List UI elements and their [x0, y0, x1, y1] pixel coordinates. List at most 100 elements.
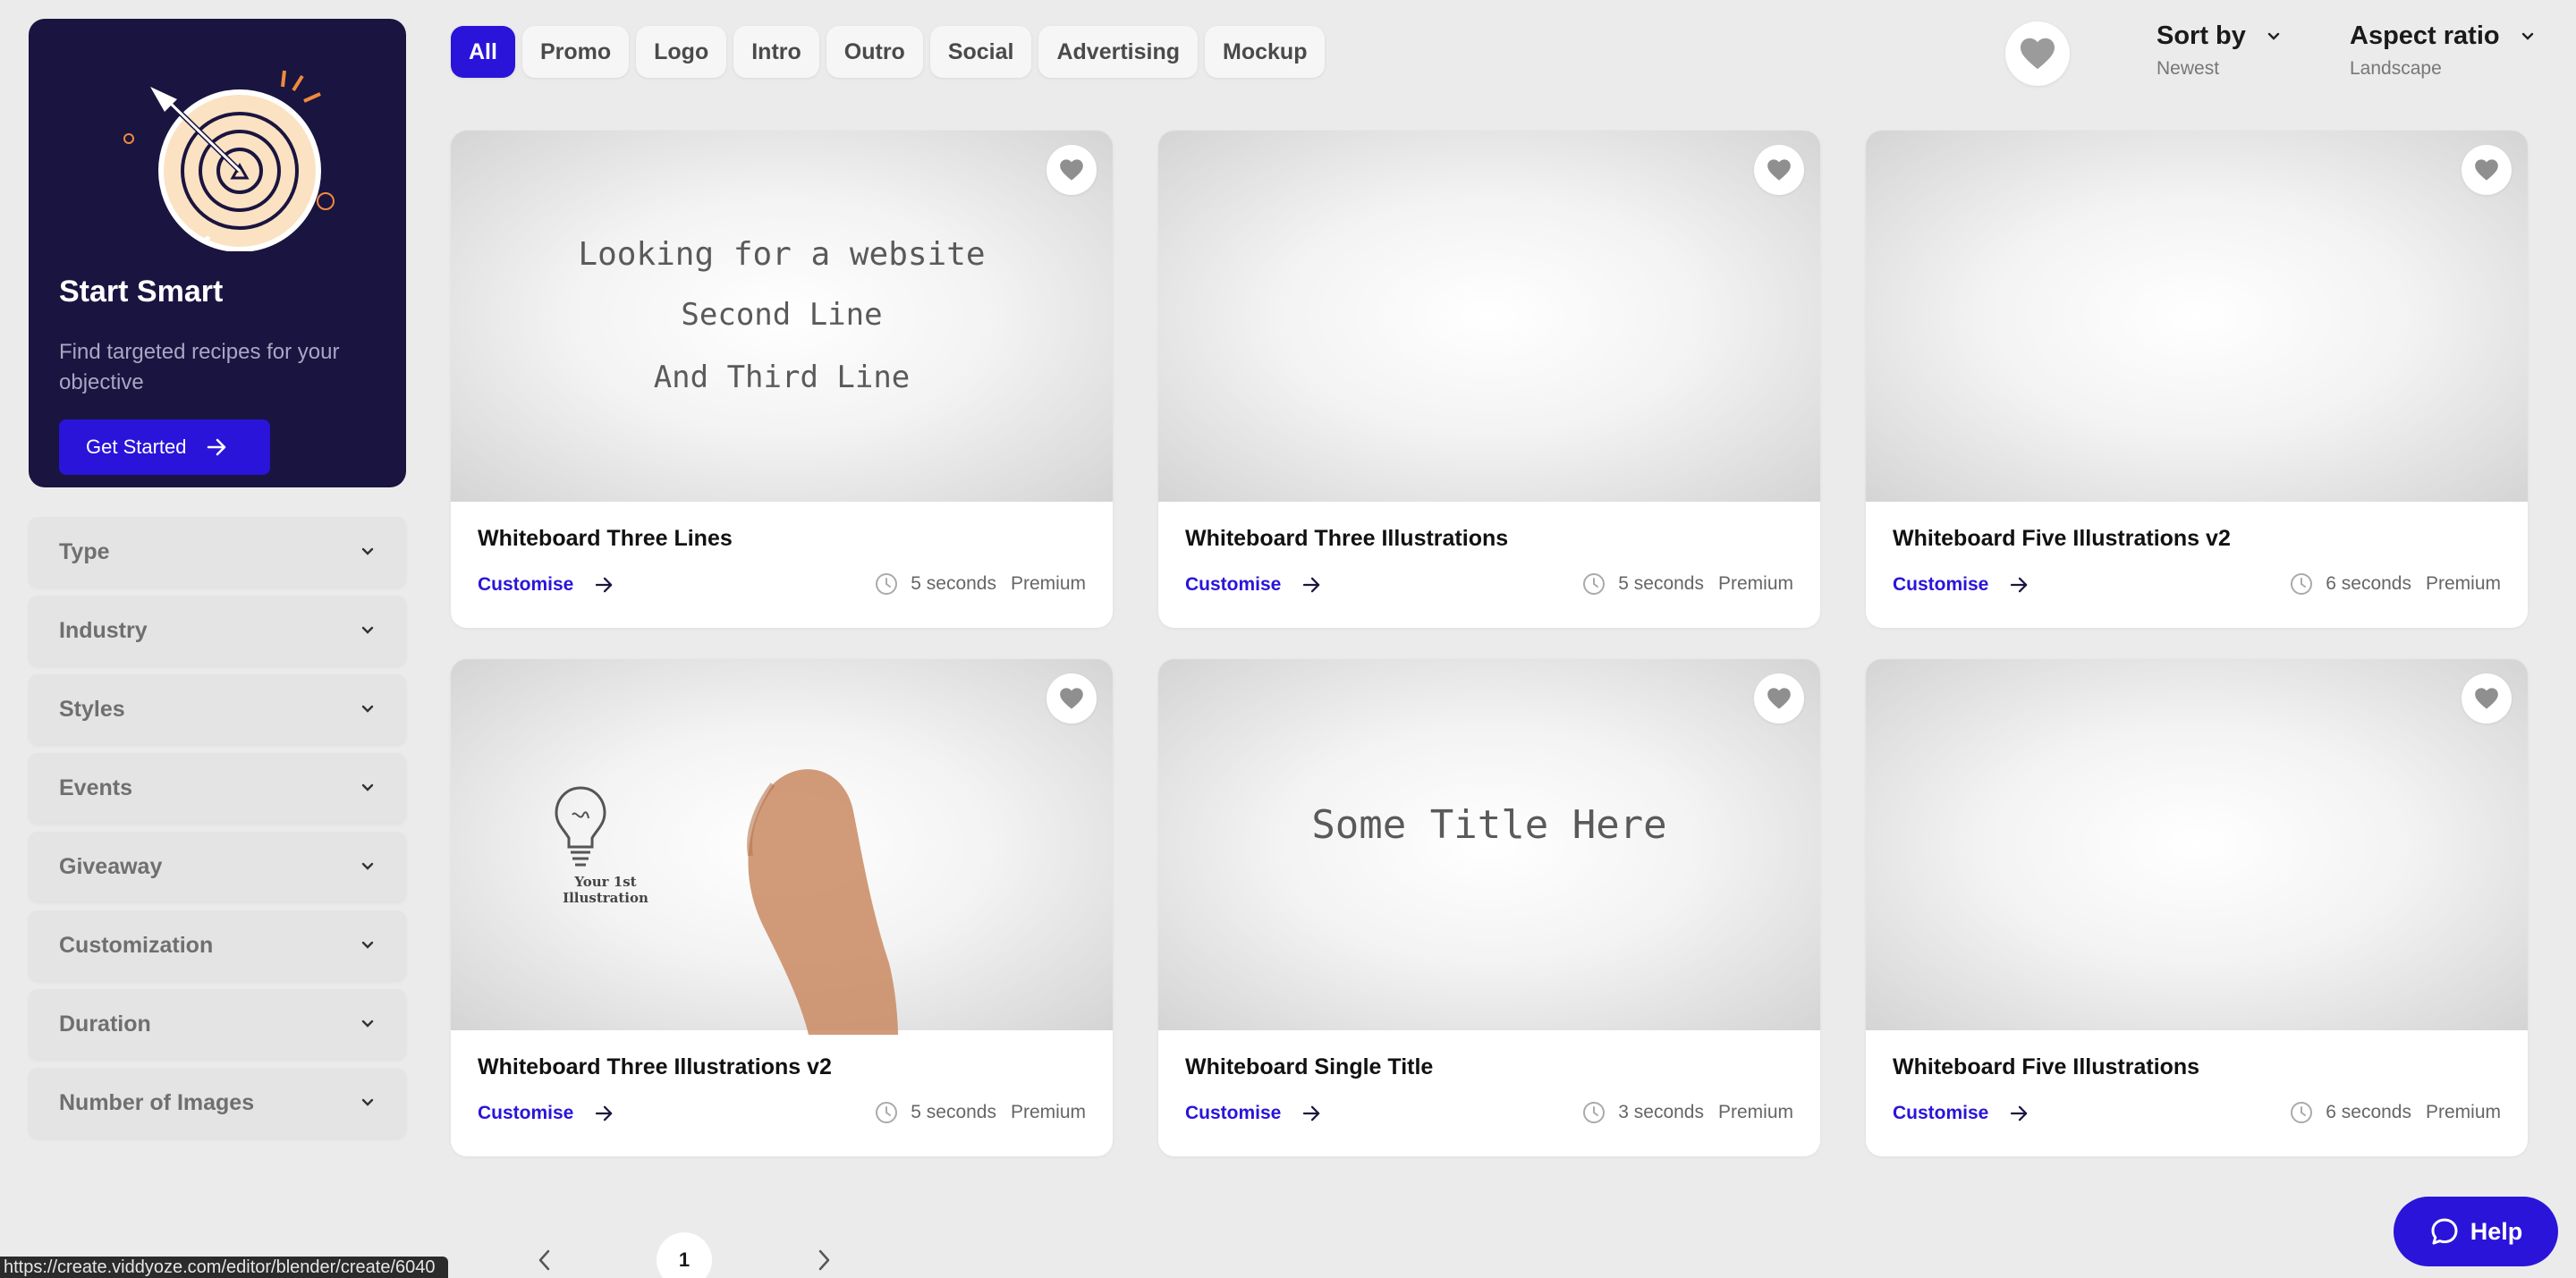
thumbnail-caption-line: Illustration	[563, 890, 648, 906]
template-tier: Premium	[1010, 1102, 1086, 1122]
filter-customization[interactable]: Customization	[29, 910, 406, 980]
template-thumbnail[interactable]	[1866, 131, 2528, 502]
template-meta: 6 seconds Premium	[2290, 572, 2501, 596]
tab-logo[interactable]: Logo	[636, 26, 727, 78]
template-thumbnail[interactable]: Some Title Here	[1158, 659, 1820, 1030]
page-number-current[interactable]: 1	[657, 1232, 712, 1278]
customise-label: Customise	[478, 574, 574, 595]
chevron-down-icon	[361, 941, 374, 949]
template-meta: 6 seconds Premium	[2290, 1101, 2501, 1124]
filter-industry[interactable]: Industry	[29, 596, 406, 665]
template-card[interactable]: Looking for a website Second Line And Th…	[451, 131, 1113, 628]
next-page-icon[interactable]	[814, 1247, 834, 1274]
filter-label: Events	[59, 774, 132, 800]
template-title: Whiteboard Five Illustrations v2	[1893, 526, 2231, 551]
chevron-down-icon	[361, 1098, 374, 1106]
customise-link[interactable]: Customise	[1185, 1103, 1322, 1124]
filter-number-of-images[interactable]: Number of Images	[29, 1068, 406, 1138]
thumbnail-text-line: And Third Line	[653, 360, 911, 395]
heart-icon	[1060, 159, 1083, 181]
sort-by-value: Newest	[2157, 58, 2220, 79]
template-card[interactable]: Some Title Here Whiteboard Single Title …	[1158, 659, 1820, 1156]
heart-icon	[2475, 159, 2498, 181]
template-thumbnail[interactable]: Your 1st Illustration	[451, 659, 1113, 1035]
promo-title: Start Smart	[59, 275, 224, 309]
template-duration: 6 seconds	[2326, 1102, 2411, 1122]
heart-icon	[2021, 38, 2055, 70]
template-tier: Premium	[2425, 573, 2501, 594]
template-meta: 5 seconds Premium	[1582, 572, 1793, 596]
template-thumbnail[interactable]: Looking for a website Second Line And Th…	[451, 131, 1113, 502]
help-label: Help	[2470, 1217, 2523, 1245]
aspect-ratio-dropdown[interactable]: Aspect ratio Landscape	[2350, 21, 2536, 80]
filter-label: Customization	[59, 932, 214, 958]
template-card[interactable]: Your 1st Illustration Whiteboard Three I…	[451, 659, 1113, 1156]
favourite-button[interactable]	[2462, 145, 2512, 195]
clock-icon	[876, 1102, 898, 1123]
template-card[interactable]: Whiteboard Five Illustrations v2 Customi…	[1866, 131, 2528, 628]
tab-advertising[interactable]: Advertising	[1038, 26, 1199, 78]
chevron-down-icon	[361, 705, 374, 713]
arrow-right-icon	[2011, 577, 2028, 593]
template-tier: Premium	[1717, 1102, 1793, 1122]
customise-link[interactable]: Customise	[1893, 1103, 2029, 1124]
template-title: Whiteboard Five Illustrations	[1893, 1054, 2200, 1079]
template-duration: 5 seconds	[911, 1102, 996, 1122]
clock-icon	[2291, 573, 2313, 595]
aspect-ratio-value: Landscape	[2350, 58, 2442, 79]
filter-styles[interactable]: Styles	[29, 674, 406, 744]
lightbulb-icon	[555, 786, 606, 867]
customise-label: Customise	[478, 1103, 574, 1123]
thumbnail-text-line: Looking for a website	[578, 236, 986, 273]
get-started-label: Get Started	[86, 436, 187, 458]
tab-mockup[interactable]: Mockup	[1205, 26, 1326, 78]
tab-outro[interactable]: Outro	[826, 26, 923, 78]
tab-intro[interactable]: Intro	[733, 26, 819, 78]
favourite-button[interactable]	[1046, 145, 1097, 195]
template-tier: Premium	[1010, 573, 1086, 594]
filter-events[interactable]: Events	[29, 753, 406, 823]
thumbnail-caption-line: Your 1st	[574, 874, 637, 890]
get-started-button[interactable]: Get Started	[59, 419, 270, 475]
favourite-button[interactable]	[2462, 673, 2512, 724]
clock-icon	[2291, 1102, 2313, 1123]
chevron-down-icon	[361, 1020, 374, 1028]
template-thumbnail[interactable]	[1866, 659, 2528, 1030]
favourite-button[interactable]	[1754, 145, 1804, 195]
chevron-down-icon	[361, 547, 374, 555]
customise-link[interactable]: Customise	[1893, 574, 2029, 596]
template-card[interactable]: Whiteboard Five Illustrations Customise …	[1866, 659, 2528, 1156]
template-title: Whiteboard Three Illustrations	[1185, 526, 1509, 551]
clock-icon	[876, 573, 898, 595]
template-card[interactable]: Whiteboard Three Illustrations Customise…	[1158, 131, 1820, 628]
sort-by-dropdown[interactable]: Sort by Newest	[2157, 21, 2282, 80]
tab-promo[interactable]: Promo	[521, 26, 630, 78]
favourite-button[interactable]	[1754, 673, 1804, 724]
filter-label: Type	[59, 538, 110, 564]
help-button[interactable]: Help	[2394, 1197, 2558, 1266]
favourite-button[interactable]	[1046, 673, 1097, 724]
customise-link[interactable]: Customise	[1185, 574, 1322, 596]
heart-icon	[1767, 688, 1791, 709]
filter-giveaway[interactable]: Giveaway	[29, 832, 406, 901]
filter-duration[interactable]: Duration	[29, 989, 406, 1059]
filter-type[interactable]: Type	[29, 517, 406, 587]
status-bar-url: https://create.viddyoze.com/editor/blend…	[0, 1257, 448, 1278]
customise-link[interactable]: Customise	[478, 1103, 614, 1124]
previous-page-icon[interactable]	[535, 1247, 555, 1274]
tab-social[interactable]: Social	[929, 26, 1032, 78]
arrow-right-icon	[207, 438, 225, 456]
dartboard-illustration	[123, 70, 335, 251]
template-duration: 5 seconds	[1618, 573, 1704, 594]
filter-label: Number of Images	[59, 1089, 255, 1115]
category-tabs: All Promo Logo Intro Outro Social Advert…	[451, 26, 1326, 78]
filter-label: Giveaway	[59, 853, 163, 879]
template-thumbnail[interactable]	[1158, 131, 1820, 502]
heart-icon	[1060, 688, 1083, 709]
chevron-down-icon	[2521, 32, 2533, 40]
tab-all[interactable]: All	[451, 26, 515, 78]
favourites-button[interactable]	[2005, 21, 2070, 86]
arrow-right-icon	[2011, 1105, 2028, 1121]
template-meta: 3 seconds Premium	[1582, 1101, 1793, 1124]
customise-link[interactable]: Customise	[478, 574, 614, 596]
